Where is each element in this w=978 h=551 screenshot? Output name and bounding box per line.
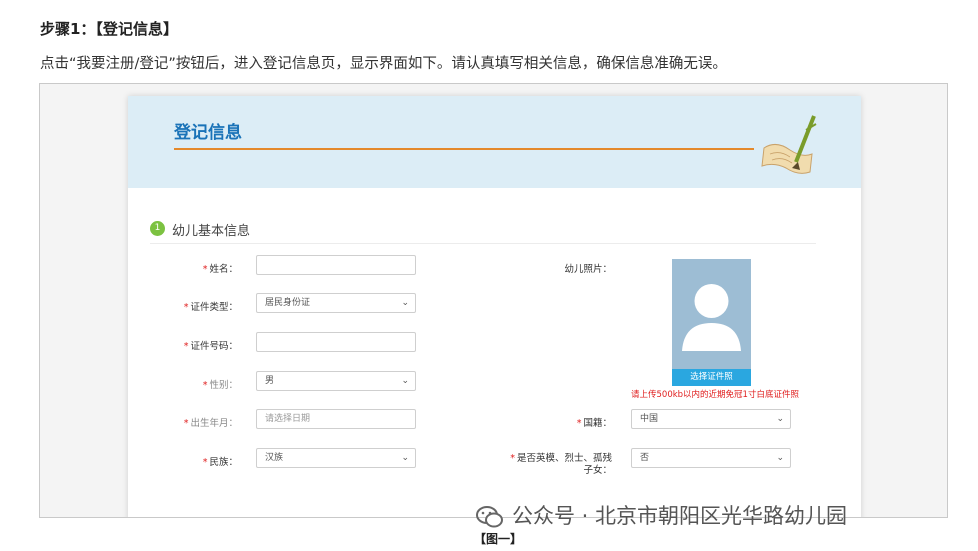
title-divider — [174, 148, 754, 150]
gender-label: * 性别： — [202, 380, 238, 391]
photo-upload[interactable]: 选择证件照 — [672, 259, 751, 386]
birth-label: * 出生年月： — [183, 418, 238, 429]
birth-date-input[interactable]: 请选择日期 — [256, 409, 416, 429]
registration-card: 登记信息 1 幼儿基本信息 * 姓名： * 证件类型： 居民身份证 ⌄ * 证件号码： … — [128, 96, 861, 517]
id-type-label: * 证件类型： — [183, 302, 238, 313]
avatar-placeholder-icon — [682, 284, 741, 351]
ethnicity-select[interactable]: 汉族 ⌄ — [256, 448, 416, 468]
chevron-down-icon: ⌄ — [401, 453, 409, 463]
gender-select[interactable]: 男 ⌄ — [256, 371, 416, 391]
name-label: * 姓名： — [202, 264, 238, 275]
ethnicity-label: * 民族： — [202, 457, 238, 468]
section-header: 1 幼儿基本信息 — [150, 218, 816, 244]
scroll-brush-icon — [761, 115, 817, 174]
name-input[interactable] — [256, 255, 416, 275]
id-number-label: * 证件号码： — [183, 341, 238, 352]
chevron-down-icon: ⌄ — [401, 298, 409, 308]
id-number-input[interactable] — [256, 332, 416, 352]
nationality-select[interactable]: 中国 ⌄ — [631, 409, 791, 429]
wechat-icon — [476, 506, 503, 528]
card-header: 登记信息 — [128, 96, 861, 188]
nationality-label: * 国籍： — [576, 418, 612, 429]
choose-photo-button[interactable]: 选择证件照 — [672, 369, 751, 386]
watermark-text: 公众号 · 北京市朝阳区光华路幼儿园 — [512, 504, 848, 528]
intro-text: 点击“我要注册/登记”按钮后，进入登记信息页，显示界面如下。请认真填写相关信息，… — [40, 56, 727, 72]
photo-label: 幼儿照片： — [564, 264, 612, 275]
chevron-down-icon: ⌄ — [776, 414, 784, 424]
photo-hint: 请上传500kb以内的近期免冠1寸白底证件照 — [631, 390, 799, 400]
hero-select[interactable]: 否 ⌄ — [631, 448, 791, 468]
step-title: 步骤1：【登记信息】 — [40, 20, 178, 38]
hero-label: * 是否英模、烈士、孤残子女： — [510, 453, 612, 476]
figure-caption: 【图一】 — [474, 532, 523, 546]
form-title: 登记信息 — [174, 123, 242, 143]
chevron-down-icon: ⌄ — [401, 376, 409, 386]
section-title: 幼儿基本信息 — [172, 224, 251, 239]
id-type-select[interactable]: 居民身份证 ⌄ — [256, 293, 416, 313]
chevron-down-icon: ⌄ — [776, 453, 784, 463]
screenshot-frame: 登记信息 1 幼儿基本信息 * 姓名： * 证件类型： 居民身份证 ⌄ * 证件号码： … — [39, 83, 948, 518]
watermark: 公众号 · 北京市朝阳区光华路幼儿园 — [476, 500, 847, 530]
section-number-badge: 1 — [150, 221, 165, 236]
